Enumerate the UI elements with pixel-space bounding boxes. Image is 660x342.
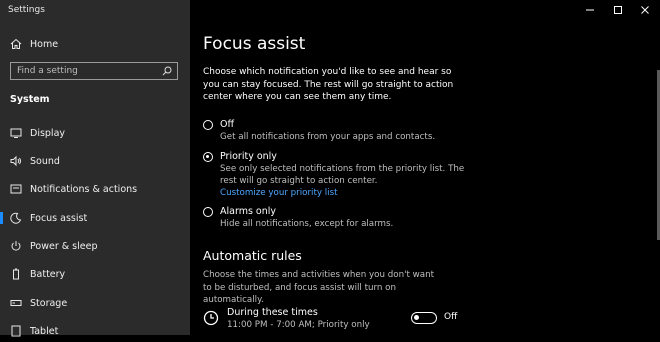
home-icon <box>10 38 22 50</box>
display-icon <box>10 127 22 139</box>
automatic-rules-desc: Choose the times and activities when you… <box>203 270 434 305</box>
rule-during-these-times[interactable]: During these times 11:00 PM - 7:00 AM; P… <box>203 306 463 332</box>
tablet-icon <box>10 325 22 337</box>
nav-home-label: Home <box>30 38 59 50</box>
toggle-state-label: Off <box>444 312 458 322</box>
option-label: Priority only <box>220 151 277 162</box>
storage-icon <box>10 297 22 309</box>
option-desc: See only selected notifications from the… <box>220 164 465 186</box>
page-title: Focus assist <box>203 34 306 54</box>
sidebar-item-label: Battery <box>30 268 66 280</box>
moon-icon <box>10 212 22 224</box>
toggle-knob <box>414 315 419 320</box>
sidebar-item-display[interactable]: Display <box>0 122 190 144</box>
battery-icon <box>10 268 22 280</box>
power-icon <box>10 240 22 252</box>
option-off[interactable]: Off Get all notifications from your apps… <box>203 119 470 143</box>
option-label: Off <box>220 119 235 130</box>
sidebar-item-label: Power & sleep <box>30 240 98 252</box>
app-title: Settings <box>8 5 45 15</box>
option-desc: Hide all notifications, except for alarm… <box>220 219 394 229</box>
minimize-button[interactable] <box>575 0 605 20</box>
radio-priority-only[interactable] <box>203 152 213 162</box>
close-button[interactable] <box>630 0 660 20</box>
customize-priority-link[interactable]: Customize your priority list <box>220 188 470 198</box>
notification-icon <box>10 183 22 195</box>
radio-off[interactable] <box>203 120 213 130</box>
clock-icon <box>203 310 219 326</box>
option-priority-only[interactable]: Priority only See only selected notifica… <box>203 151 470 198</box>
sidebar-item-label: Storage <box>30 297 68 309</box>
search-box[interactable] <box>10 62 178 80</box>
intro-text: Choose which notification you'd like to … <box>203 67 454 102</box>
sidebar-item-storage[interactable]: Storage <box>0 292 190 314</box>
sidebar-item-battery[interactable]: Battery <box>0 263 190 285</box>
rule-toggle[interactable] <box>411 312 437 324</box>
nav-home[interactable]: Home <box>0 33 190 55</box>
rule-subtitle: 11:00 PM - 7:00 AM; Priority only <box>227 320 370 330</box>
sidebar: Settings Home System Display Sound Notif… <box>0 0 190 337</box>
close-icon <box>641 6 649 14</box>
minimize-icon <box>586 9 594 11</box>
sidebar-item-power-sleep[interactable]: Power & sleep <box>0 235 190 257</box>
sidebar-item-label: Notifications & actions <box>30 183 138 195</box>
sidebar-item-focus-assist[interactable]: Focus assist <box>0 207 190 229</box>
maximize-button[interactable] <box>603 0 633 20</box>
sidebar-item-tablet[interactable]: Tablet <box>0 320 190 342</box>
automatic-rules-heading: Automatic rules <box>203 248 302 263</box>
option-label: Alarms only <box>220 206 277 217</box>
sidebar-item-sound[interactable]: Sound <box>0 150 190 172</box>
option-alarms-only[interactable]: Alarms only Hide all notifications, exce… <box>203 206 470 230</box>
sidebar-item-notifications[interactable]: Notifications & actions <box>0 178 190 200</box>
rule-title: During these times <box>227 307 318 318</box>
sidebar-item-label: Sound <box>30 155 60 167</box>
section-title: System <box>10 94 50 105</box>
search-input[interactable] <box>11 62 160 80</box>
sidebar-item-label: Focus assist <box>30 212 88 224</box>
option-desc: Get all notifications from your apps and… <box>220 132 436 142</box>
sidebar-item-label: Display <box>30 127 66 139</box>
speaker-icon <box>10 155 22 167</box>
search-icon[interactable] <box>160 64 174 78</box>
maximize-icon <box>614 6 622 14</box>
radio-alarms-only[interactable] <box>203 207 213 217</box>
